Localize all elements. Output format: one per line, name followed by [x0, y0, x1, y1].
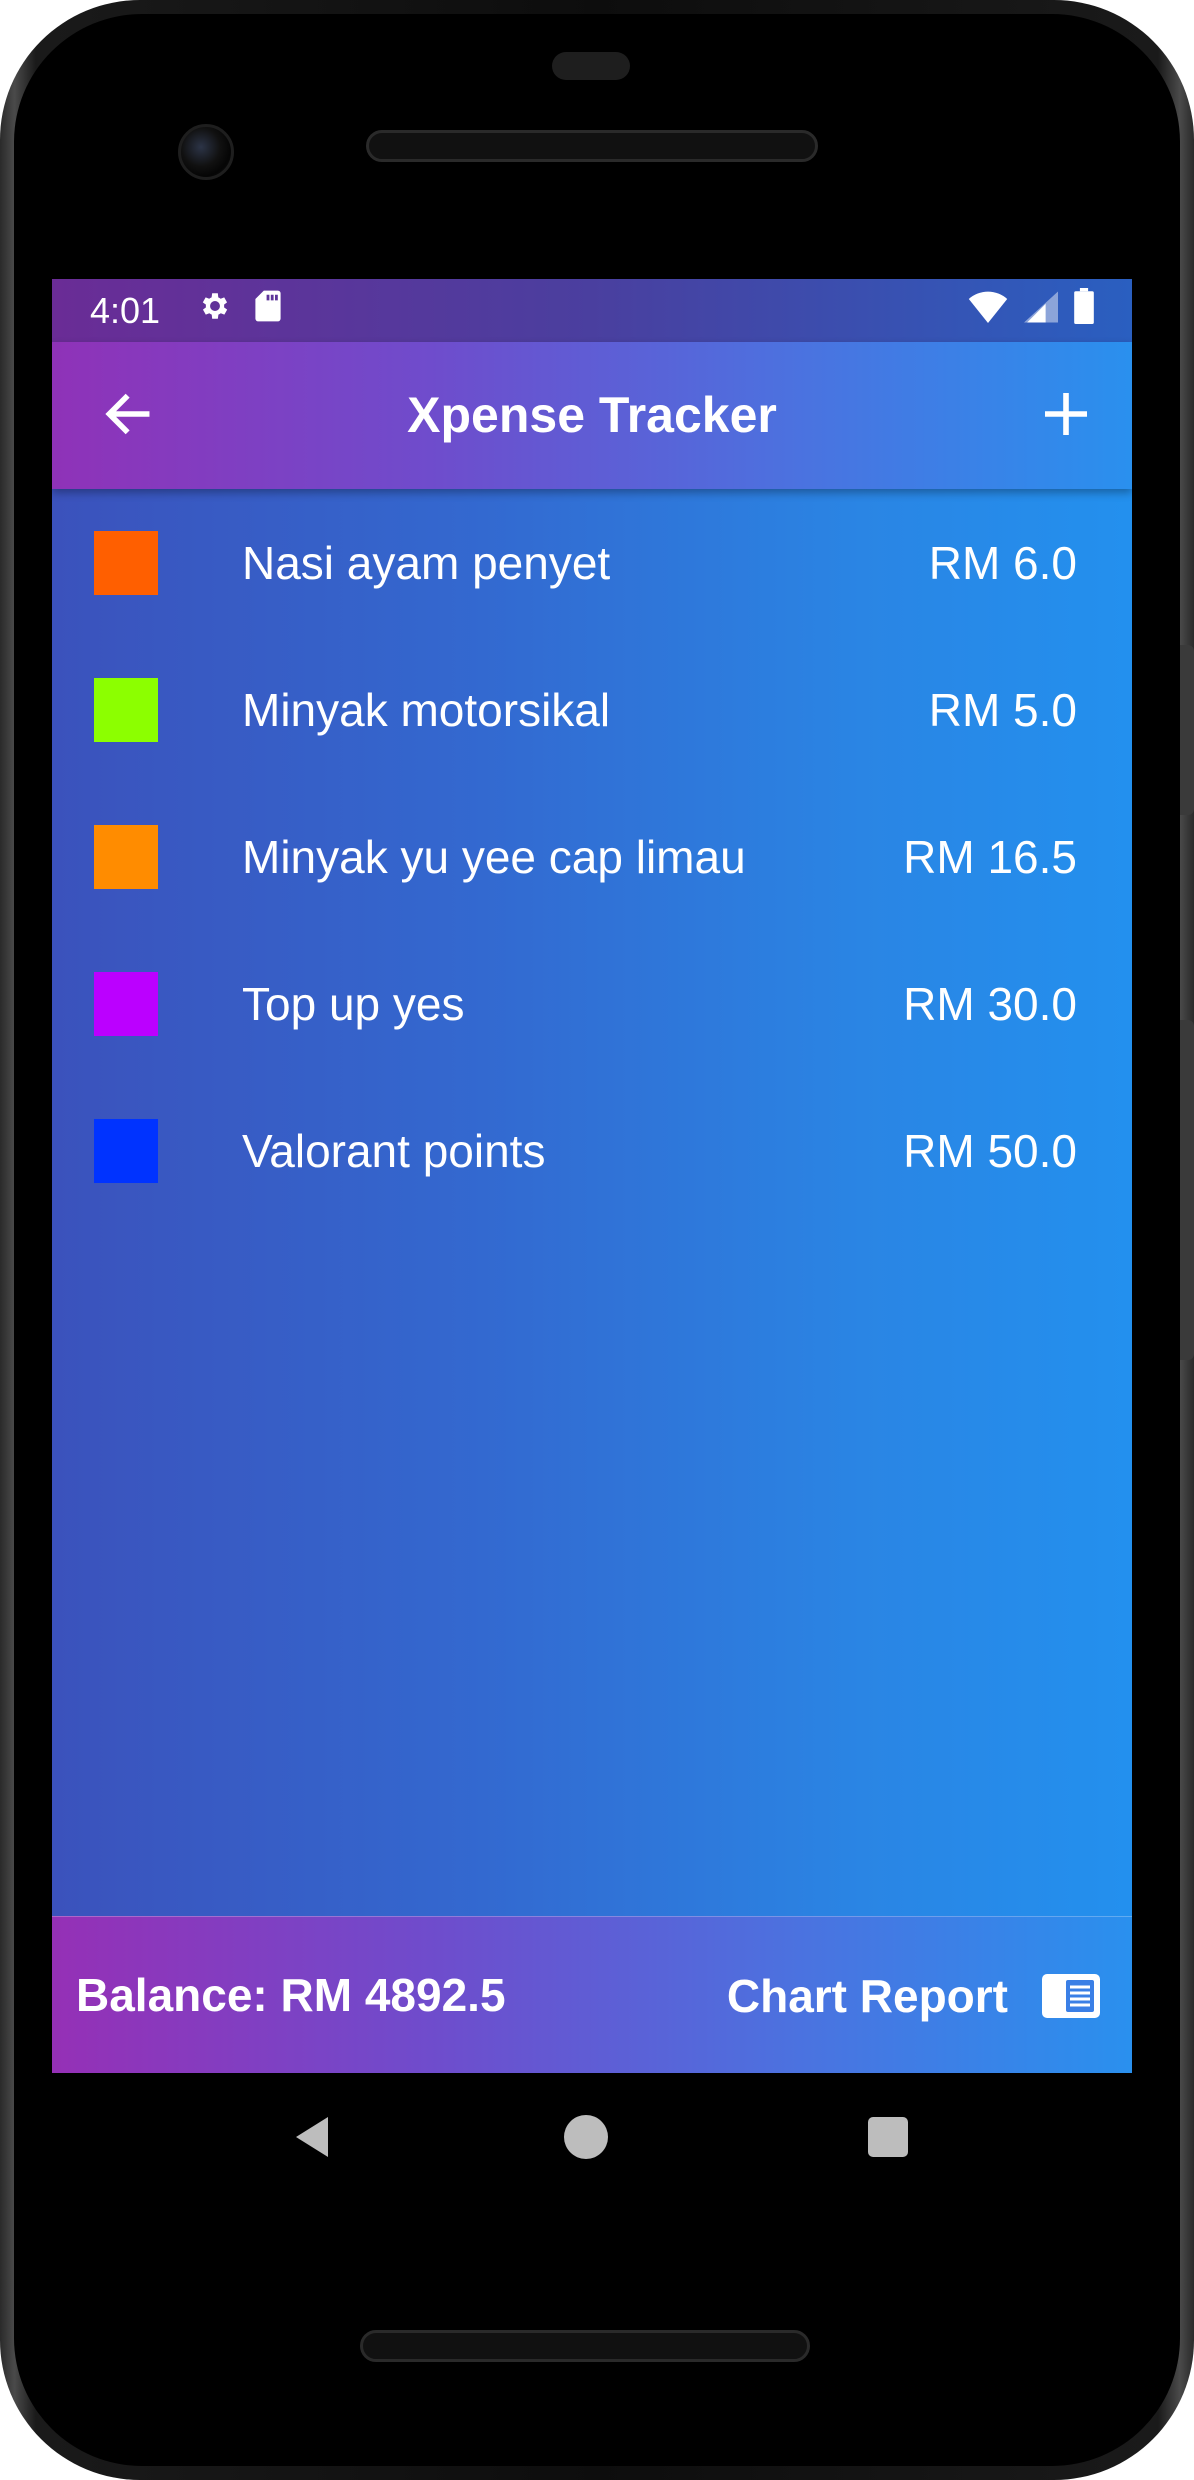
expense-list: Nasi ayam penyet RM 6.0 Minyak motorsika…: [52, 489, 1132, 1916]
expense-amount: RM 30.0: [903, 977, 1077, 1030]
phone-frame: 4:01 Xpense Tracker Nasi ayam penyet RM …: [0, 0, 1194, 2480]
chart-report-label: Chart Report: [726, 1969, 1008, 2022]
status-time: 4:01: [90, 289, 161, 331]
list-item[interactable]: Minyak yu yee cap limau RM 16.5: [52, 783, 1132, 930]
app-screen: 4:01 Xpense Tracker Nasi ayam penyet RM …: [52, 279, 1132, 2073]
sd-card-icon: [254, 289, 282, 332]
page-title: Xpense Tracker: [407, 387, 777, 443]
list-item[interactable]: Nasi ayam penyet RM 6.0: [52, 489, 1132, 636]
category-color-swatch: [94, 530, 158, 595]
expense-name: Valorant points: [242, 1124, 546, 1177]
signal-icon: [1024, 290, 1058, 332]
category-color-swatch: [94, 824, 158, 889]
app-bar: Xpense Tracker: [52, 342, 1132, 489]
front-camera: [178, 124, 234, 180]
top-sensor: [552, 52, 630, 80]
nav-recent-icon[interactable]: [868, 2117, 908, 2157]
plus-icon[interactable]: [1038, 386, 1094, 442]
expense-name: Nasi ayam penyet: [242, 536, 611, 589]
report-icon: [1042, 1973, 1100, 2018]
list-item[interactable]: Minyak motorsikal RM 5.0: [52, 636, 1132, 783]
status-bar: 4:01: [52, 279, 1132, 342]
bottom-bar: Balance: RM 4892.5 Chart Report: [52, 1916, 1132, 2073]
status-icons-right: [968, 288, 1094, 333]
category-color-swatch: [94, 1118, 158, 1183]
system-nav-bar: [52, 2073, 1132, 2199]
balance-label: Balance: RM 4892.5: [76, 1969, 506, 2021]
expense-name: Minyak yu yee cap limau: [242, 830, 746, 883]
expense-amount: RM 16.5: [903, 830, 1077, 883]
expense-amount: RM 5.0: [928, 683, 1077, 736]
volume-button: [1180, 1020, 1194, 1360]
expense-name: Minyak motorsikal: [242, 683, 611, 736]
wifi-icon: [968, 290, 1008, 332]
list-item[interactable]: Top up yes RM 30.0: [52, 930, 1132, 1077]
bottom-speaker: [360, 2330, 810, 2362]
category-color-swatch: [94, 677, 158, 742]
gear-icon: [198, 289, 232, 332]
earpiece-speaker: [366, 130, 818, 162]
chart-report-button[interactable]: Chart Report: [727, 1917, 1100, 2073]
nav-back-icon[interactable]: [288, 2109, 344, 2165]
battery-icon: [1074, 288, 1094, 333]
expense-name: Top up yes: [242, 977, 465, 1030]
nav-home-icon[interactable]: [564, 2115, 608, 2159]
category-color-swatch: [94, 971, 158, 1036]
list-item[interactable]: Valorant points RM 50.0: [52, 1077, 1132, 1224]
expense-amount: RM 6.0: [928, 536, 1077, 589]
expense-amount: RM 50.0: [903, 1124, 1077, 1177]
power-button: [1180, 645, 1194, 815]
